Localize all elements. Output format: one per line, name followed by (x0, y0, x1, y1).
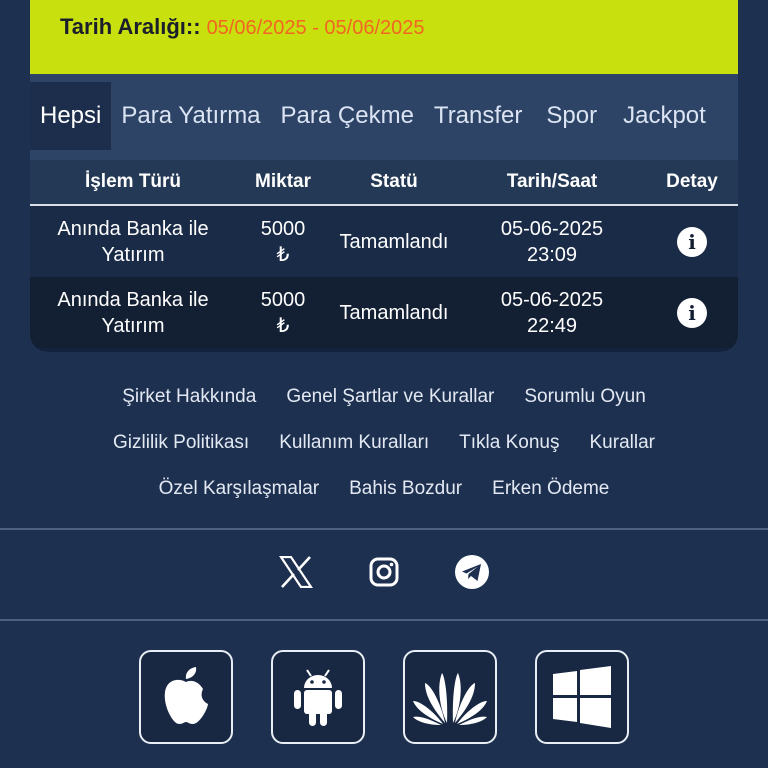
apple-app-button[interactable] (139, 650, 233, 744)
row-currency: ₺ (276, 243, 290, 266)
row-datetime: 05-06-2025 23:09 (458, 216, 646, 268)
windows-icon (553, 666, 611, 728)
row-detail: i (646, 297, 738, 328)
link-bahis-bozdur[interactable]: Bahis Bozdur (349, 478, 462, 500)
row-currency: ₺ (276, 314, 290, 337)
row-time: 22:49 (526, 314, 578, 337)
tab-hepsi[interactable]: Hepsi (30, 82, 112, 150)
row-status: Tamamlandı (339, 230, 449, 253)
header-islem-turu: İşlem Türü (84, 171, 182, 192)
telegram-icon[interactable] (454, 554, 490, 590)
tab-spor[interactable]: Spor (546, 82, 597, 150)
windows-app-button[interactable] (535, 650, 629, 744)
row-type: Anında Banka ile Yatırım (30, 287, 236, 339)
row-date: 05-06-2025 (500, 217, 604, 240)
info-icon[interactable]: i (677, 226, 707, 257)
tab-jackpot[interactable]: Jackpot (623, 82, 706, 150)
row-type-line1: Anında Banka ile (57, 217, 209, 240)
row-amount: 5000 ₺ (236, 287, 330, 339)
transaction-card: Tarih Aralığı:: 05/06/2025 - 05/06/2025 … (30, 0, 738, 352)
link-sorumlu-oyun[interactable]: Sorumlu Oyun (524, 386, 645, 408)
footer-divider (0, 619, 768, 621)
footer-links-row: Özel Karşılaşmalar Bahis Bozdur Erken Öd… (0, 466, 768, 512)
footer-links: Şirket Hakkında Genel Şartlar ve Kuralla… (0, 374, 768, 512)
x-icon[interactable] (278, 554, 314, 590)
row-type-line2: Yatırım (101, 314, 165, 337)
footer-links-row: Gizlilik Politikası Kullanım Kuralları T… (0, 420, 768, 466)
huawei-icon (413, 673, 487, 725)
tab-transfer[interactable]: Transfer (434, 82, 522, 150)
link-genel-sartlar[interactable]: Genel Şartlar ve Kurallar (286, 386, 494, 408)
header-miktar: Miktar (255, 171, 311, 192)
tab-para-yatirma[interactable]: Para Yatırma (121, 82, 260, 150)
android-icon (294, 669, 342, 726)
table-row: Anında Banka ile Yatırım 5000 ₺ Tamamlan… (30, 206, 738, 277)
link-ozel-karsilasmalar[interactable]: Özel Karşılaşmalar (159, 478, 320, 500)
huawei-app-button[interactable] (403, 650, 497, 744)
link-gizlilik-politikasi[interactable]: Gizlilik Politikası (113, 432, 249, 454)
row-amount-value: 5000 (260, 217, 306, 240)
row-time: 23:09 (526, 243, 578, 266)
link-erken-odeme[interactable]: Erken Ödeme (492, 478, 609, 500)
date-range-bar[interactable]: Tarih Aralığı:: 05/06/2025 - 05/06/2025 (30, 0, 738, 74)
row-amount-value: 5000 (260, 288, 306, 311)
table-row: Anında Banka ile Yatırım 5000 ₺ Tamamlan… (30, 277, 738, 348)
row-type: Anında Banka ile Yatırım (30, 216, 236, 268)
table-header: İşlem Türü Miktar Statü Tarih/Saat Detay (30, 160, 738, 206)
footer-links-row: Şirket Hakkında Genel Şartlar ve Kuralla… (0, 374, 768, 420)
info-icon[interactable]: i (677, 297, 707, 328)
header-detay: Detay (666, 171, 718, 192)
row-type-line1: Anında Banka ile (57, 288, 209, 311)
android-app-button[interactable] (271, 650, 365, 744)
footer-divider (0, 528, 768, 530)
row-datetime: 05-06-2025 22:49 (458, 287, 646, 339)
link-tikla-konus[interactable]: Tıkla Konuş (459, 432, 559, 454)
instagram-icon[interactable] (366, 554, 402, 590)
row-type-line2: Yatırım (101, 243, 165, 266)
row-amount: 5000 ₺ (236, 216, 330, 268)
date-range-value: 05/06/2025 - 05/06/2025 (206, 17, 425, 39)
date-range-label: Tarih Aralığı:: (60, 14, 201, 39)
social-icons (0, 554, 768, 590)
link-kurallar[interactable]: Kurallar (590, 432, 655, 454)
row-date: 05-06-2025 (500, 288, 604, 311)
transaction-tabs: Hepsi Para Yatırma Para Çekme Transfer S… (30, 74, 738, 160)
row-status: Tamamlandı (339, 301, 449, 324)
tab-para-cekme[interactable]: Para Çekme (281, 82, 414, 150)
apple-icon (164, 667, 208, 724)
link-kullanim-kurallari[interactable]: Kullanım Kuralları (279, 432, 429, 454)
link-sirket-hakkinda[interactable]: Şirket Hakkında (122, 386, 256, 408)
header-tarih-saat: Tarih/Saat (506, 171, 598, 192)
header-statu: Statü (370, 171, 418, 192)
row-detail: i (646, 226, 738, 257)
app-download-buttons (0, 650, 768, 744)
